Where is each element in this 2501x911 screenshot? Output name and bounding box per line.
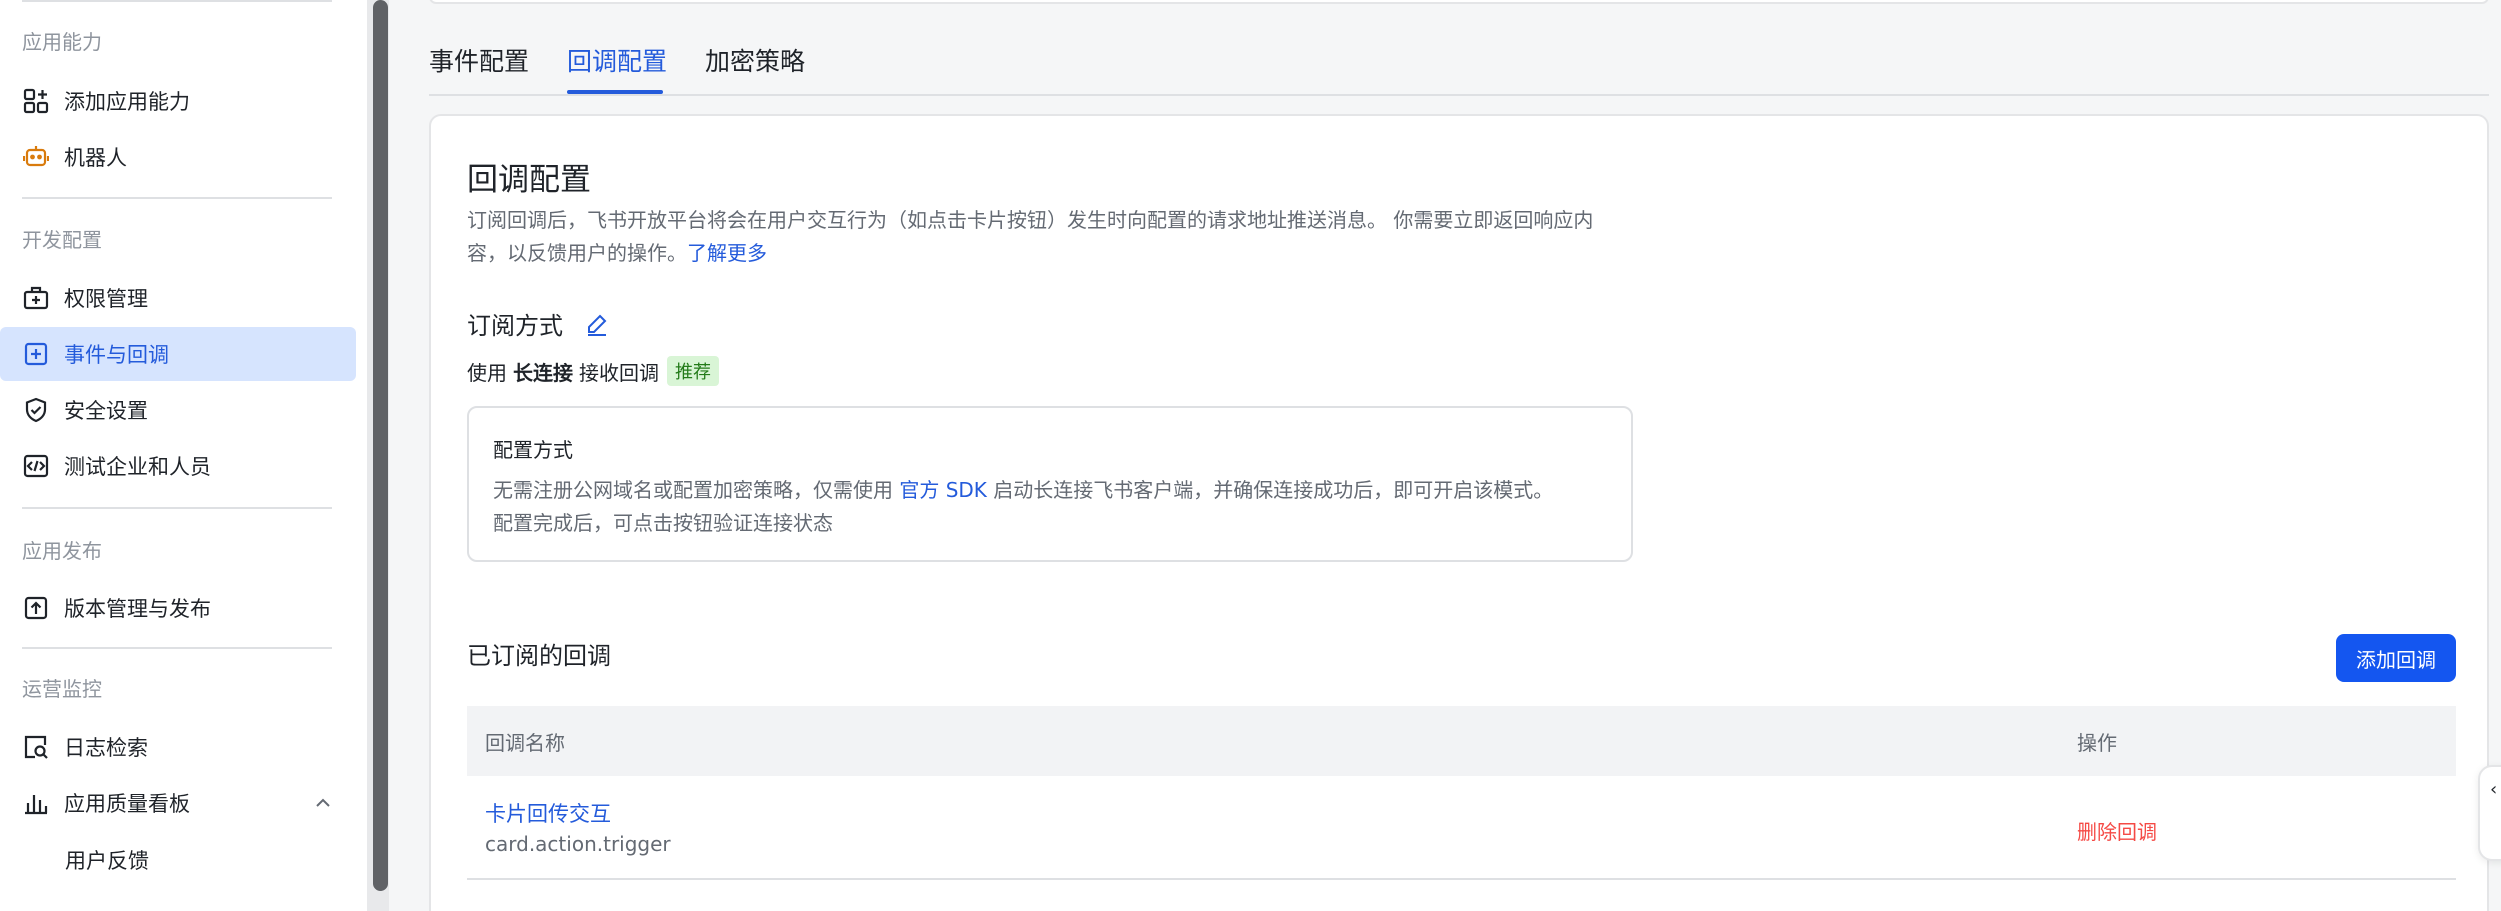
chevron-up-icon[interactable]	[314, 794, 332, 816]
sidebar-item-robot[interactable]: 机器人	[0, 130, 356, 184]
sidebar-item-events-callbacks[interactable]: 事件与回调	[0, 327, 356, 381]
sidebar-item-quality-board[interactable]: 应用质量看板	[0, 776, 356, 830]
callback-code: card.action.trigger	[485, 832, 671, 856]
subscribed-callbacks-title: 已订阅的回调	[467, 642, 611, 670]
sidebar-item-log-search[interactable]: 日志检索	[0, 720, 356, 774]
sidebar-item-label: 添加应用能力	[64, 90, 190, 114]
sidebar-item-label: 事件与回调	[64, 343, 169, 367]
config-method-title: 配置方式	[493, 438, 573, 462]
section-dev-config: 开发配置	[22, 228, 102, 252]
callbacks-table: 回调名称 操作 卡片回传交互 card.action.trigger 删除回调	[467, 706, 2456, 880]
section-app-release: 应用发布	[22, 539, 102, 563]
section-ops-monitor: 运营监控	[22, 677, 102, 701]
sidebar-item-label: 应用质量看板	[64, 792, 190, 816]
column-header-name: 回调名称	[485, 730, 565, 755]
robot-icon	[22, 143, 50, 171]
main-content: 事件配置 回调配置 加密策略 回调配置 订阅回调后，飞书开放平台将会在用户交互行…	[389, 0, 2501, 911]
sidebar-item-label: 安全设置	[64, 399, 148, 423]
section-app-capability: 应用能力	[22, 30, 102, 54]
recommended-badge: 推荐	[667, 356, 719, 386]
connection-mode-line: 使用 长连接 接收回调 推荐	[467, 356, 719, 386]
config-text: 配置完成后，可点击按钮验证连接状态	[493, 511, 833, 535]
config-method-box: 配置方式 无需注册公网域名或配置加密策略，仅需使用 官方 SDK 启动长连接飞书…	[467, 406, 1633, 562]
sidebar: 应用能力 添加应用能力 机器人 开发配置 权限管理 事件与回调 安全设置 测试企…	[0, 0, 367, 911]
tab-bar: 事件配置 回调配置 加密策略	[429, 36, 2489, 96]
sidebar-item-security[interactable]: 安全设置	[0, 383, 356, 437]
grid-plus-icon	[22, 87, 50, 115]
upload-box-icon	[22, 594, 50, 622]
sidebar-item-permissions[interactable]: 权限管理	[0, 271, 356, 325]
tab-event-config[interactable]: 事件配置	[429, 42, 529, 96]
subscription-mode-heading: 订阅方式	[467, 306, 609, 341]
tab-encrypt-strategy[interactable]: 加密策略	[705, 42, 805, 96]
learn-more-link[interactable]: 了解更多	[687, 241, 767, 265]
long-connection-label: 长连接	[513, 360, 573, 385]
chevron-left-icon: ‹	[2490, 779, 2498, 800]
floating-side-handle[interactable]: ‹	[2478, 765, 2501, 861]
doc-search-icon	[22, 733, 50, 761]
sidebar-item-label: 版本管理与发布	[64, 597, 211, 621]
bar-chart-icon	[22, 789, 50, 817]
sidebar-item-user-feedback[interactable]: 用户反馈	[0, 833, 356, 887]
sidebar-item-add-capability[interactable]: 添加应用能力	[0, 74, 356, 128]
sidebar-item-test-enterprise[interactable]: 测试企业和人员	[0, 439, 356, 493]
sidebar-item-label: 测试企业和人员	[64, 455, 211, 479]
add-callback-button[interactable]: 添加回调	[2336, 634, 2456, 682]
sidebar-divider	[22, 197, 332, 199]
tab-callback-config[interactable]: 回调配置	[567, 42, 667, 96]
use-suffix: 接收回调	[579, 360, 659, 385]
config-text: 无需注册公网域名或配置加密策略，仅需使用	[493, 478, 893, 502]
sidebar-divider	[22, 507, 332, 509]
description-text: 订阅回调后，飞书开放平台将会在用户交互行为（如点击卡片按钮）发生时向配置的请求地…	[467, 208, 1594, 232]
callback-name-link[interactable]: 卡片回传交互	[485, 798, 611, 828]
edit-icon[interactable]	[585, 312, 609, 336]
table-row: 卡片回传交互 card.action.trigger 删除回调	[467, 776, 2456, 880]
config-method-text: 无需注册公网域名或配置加密策略，仅需使用 官方 SDK 启动长连接飞书客户端，并…	[493, 474, 1613, 540]
sidebar-item-label: 机器人	[64, 146, 127, 170]
square-plus-icon	[22, 340, 50, 368]
shield-check-icon	[22, 396, 50, 424]
panel-title: 回调配置	[467, 162, 591, 198]
sidebar-item-label: 用户反馈	[65, 849, 149, 873]
description-text: 容，以反馈用户的操作。	[467, 241, 687, 265]
sidebar-divider	[22, 0, 332, 2]
callback-config-panel: 回调配置 订阅回调后，飞书开放平台将会在用户交互行为（如点击卡片按钮）发生时向配…	[429, 114, 2489, 911]
sidebar-item-label: 权限管理	[64, 287, 148, 311]
official-sdk-link[interactable]: 官方 SDK	[899, 478, 987, 502]
config-text: 启动长连接飞书客户端，并确保连接成功后，即可开启该模式。	[993, 478, 1554, 502]
subscription-mode-title: 订阅方式	[467, 312, 563, 340]
active-tab-indicator	[567, 90, 663, 94]
column-header-action: 操作	[2077, 730, 2117, 755]
sidebar-divider	[22, 647, 332, 649]
top-card-edge	[429, 0, 2489, 4]
use-prefix: 使用	[467, 360, 507, 385]
sidebar-scrollbar-thumb[interactable]	[373, 0, 388, 891]
table-header: 回调名称 操作	[467, 706, 2456, 776]
sidebar-item-label: 日志检索	[64, 736, 148, 760]
panel-description: 订阅回调后，飞书开放平台将会在用户交互行为（如点击卡片按钮）发生时向配置的请求地…	[467, 204, 1667, 270]
briefcase-plus-icon	[22, 284, 50, 312]
sidebar-item-version-release[interactable]: 版本管理与发布	[0, 581, 356, 635]
delete-callback-link[interactable]: 删除回调	[2077, 816, 2157, 845]
code-box-icon	[22, 452, 50, 480]
